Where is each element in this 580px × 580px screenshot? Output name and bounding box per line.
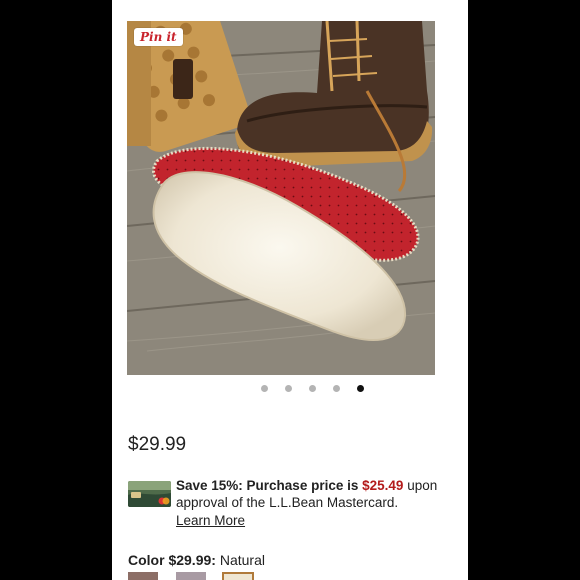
color-price: $29.99:	[168, 552, 216, 568]
color-selector-label: Color $29.99: Natural	[128, 552, 265, 568]
pin-it-button[interactable]: Pin it	[134, 28, 183, 46]
carousel-dot-4[interactable]	[332, 385, 340, 392]
product-image[interactable]: Pin it	[127, 21, 435, 375]
promo-after: upon	[407, 478, 438, 493]
credit-card-icon[interactable]	[128, 481, 171, 507]
product-page: Pin it $29.99 Save 15%: Purchase price i…	[112, 0, 468, 580]
carousel-indicator	[112, 383, 468, 395]
color-swatch-1[interactable]	[128, 572, 158, 580]
carousel-dot-3[interactable]	[308, 385, 316, 392]
carousel-dot-2[interactable]	[284, 385, 292, 392]
promo-lead: Save 15%: Purchase price is	[176, 478, 359, 493]
color-swatch-2[interactable]	[176, 572, 206, 580]
promo-discount-price: $25.49	[362, 478, 404, 493]
learn-more-link[interactable]: Learn More	[176, 512, 245, 529]
color-selected-name: Natural	[219, 552, 265, 568]
insole-photo	[127, 21, 435, 375]
carousel-dot-5[interactable]	[356, 385, 364, 392]
mastercard-promo: Save 15%: Purchase price is $25.49 upon …	[176, 477, 466, 529]
carousel-dot-1[interactable]	[260, 385, 268, 392]
color-swatch-natural[interactable]	[222, 572, 254, 580]
product-price: $29.99	[128, 434, 187, 455]
color-label: Color	[128, 552, 165, 568]
promo-line2: approval of the L.L.Bean Mastercard.	[176, 495, 399, 510]
